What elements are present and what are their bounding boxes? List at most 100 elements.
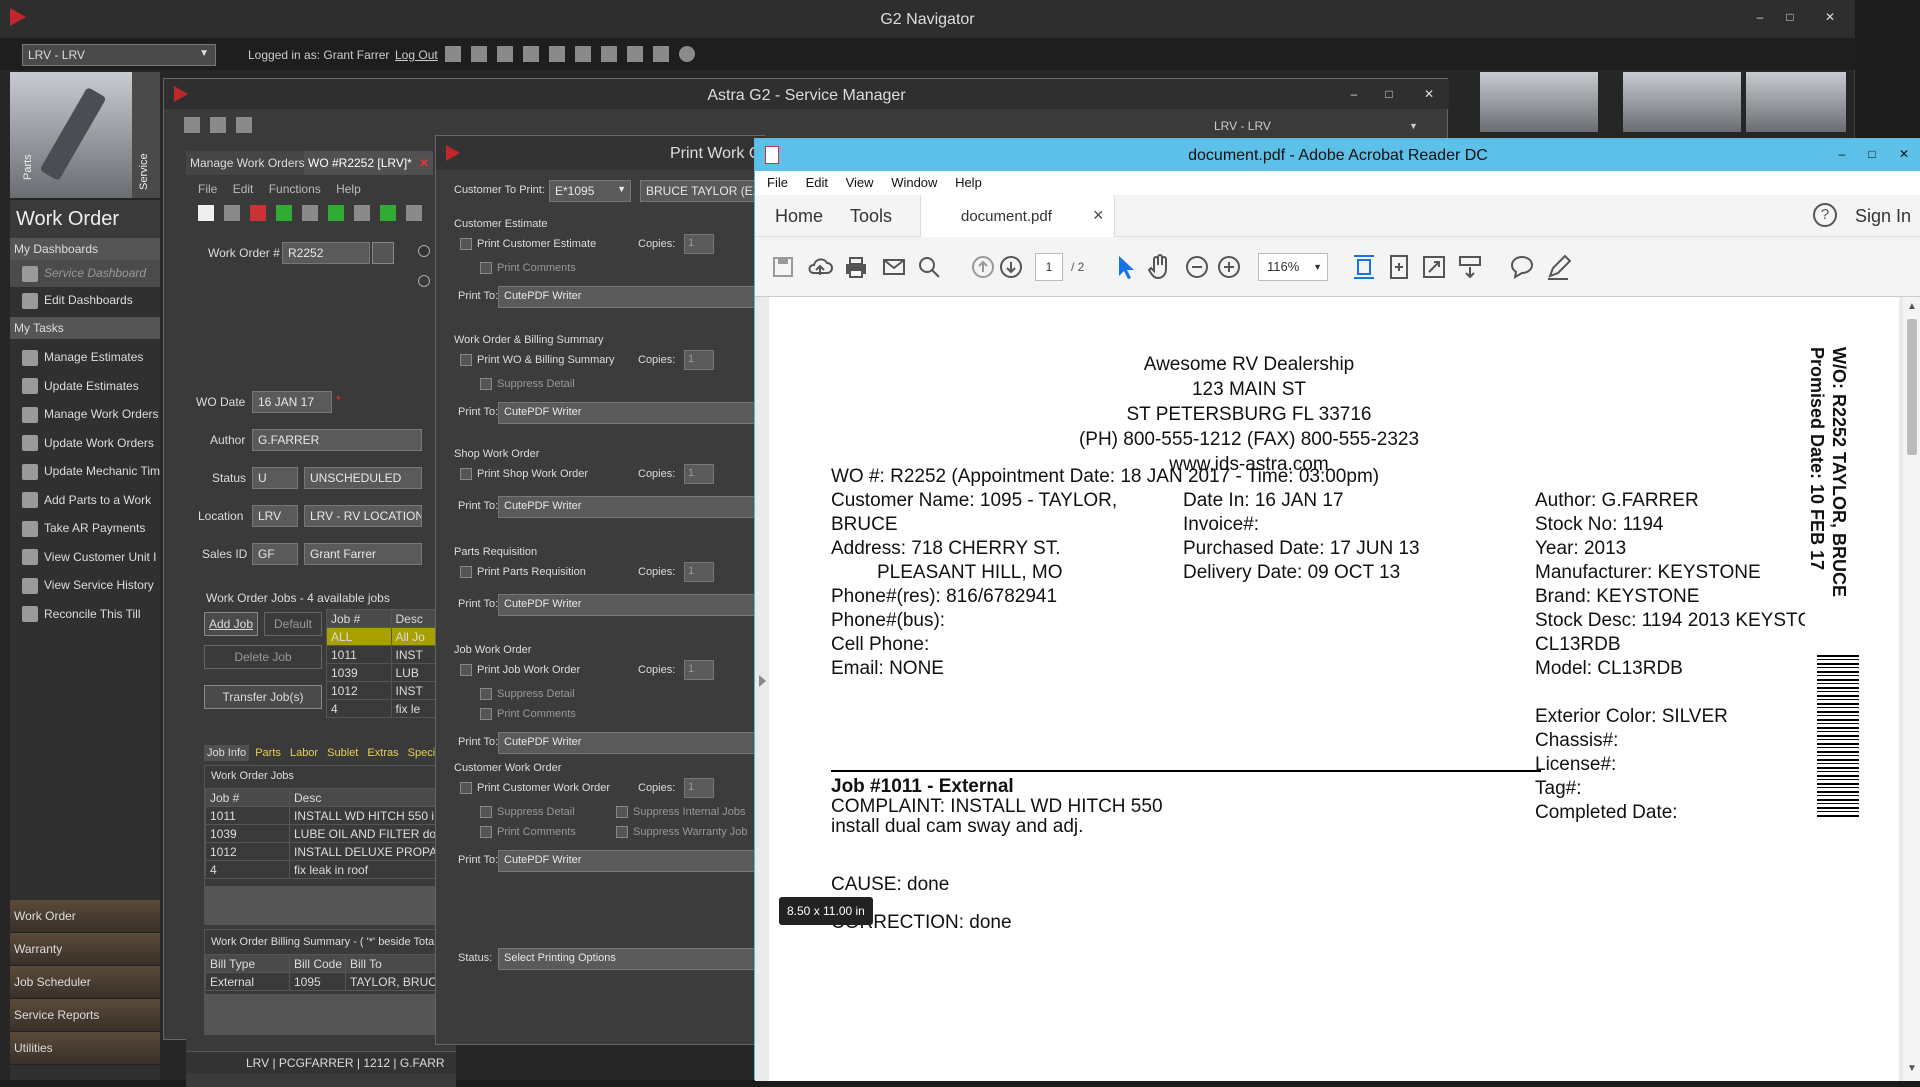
sidebar-nav-utilities[interactable]: Utilities: [10, 1032, 160, 1065]
vertical-scrollbar[interactable]: ▲ ▼: [1903, 297, 1920, 1081]
close-tab-icon[interactable]: ✕: [419, 156, 429, 170]
sales-value-field[interactable]: Grant Farrer: [304, 543, 422, 565]
module-tile-customer[interactable]: [1480, 72, 1598, 132]
comment-icon[interactable]: [1509, 253, 1535, 281]
tools-tab[interactable]: Tools: [850, 206, 892, 227]
copies-field[interactable]: 1: [684, 350, 714, 370]
calculator-icon[interactable]: [406, 205, 422, 221]
sub-option[interactable]: Suppress Detail: [480, 378, 575, 391]
checkbox[interactable]: [460, 354, 472, 367]
task-item[interactable]: Update Mechanic Tim: [10, 457, 160, 486]
menu-file[interactable]: File: [198, 182, 217, 196]
tab-job-info[interactable]: Job Info: [204, 745, 250, 761]
money-icon[interactable]: [380, 205, 396, 221]
copies-field[interactable]: 1: [684, 562, 714, 582]
printer-field[interactable]: CutePDF Writer: [498, 732, 766, 754]
checkbox[interactable]: [460, 566, 472, 579]
select-cursor-icon[interactable]: [1113, 253, 1137, 281]
print-option[interactable]: Print Customer Estimate: [460, 238, 596, 251]
checkbox[interactable]: [460, 468, 472, 481]
table-row[interactable]: 1039 LUBE OIL AND FILTER do: [205, 824, 457, 843]
home-tab[interactable]: Home: [775, 206, 823, 227]
add-job-button[interactable]: Add Job: [204, 612, 258, 636]
cancel-icon[interactable]: [302, 205, 318, 221]
scroll-down-icon[interactable]: ▼: [1907, 1063, 1917, 1074]
print-option[interactable]: Print Shop Work Order: [460, 468, 588, 481]
default-button[interactable]: Default: [264, 612, 322, 636]
full-screen-icon[interactable]: [1421, 253, 1447, 281]
grid-icon[interactable]: [236, 117, 252, 133]
page-up-icon[interactable]: [971, 255, 995, 279]
tools-icon[interactable]: [575, 46, 591, 62]
left-panel-toggle[interactable]: [759, 675, 766, 687]
save-icon[interactable]: [445, 46, 461, 62]
chart-icon[interactable]: [328, 205, 344, 221]
module-tile-finance[interactable]: [1623, 72, 1741, 132]
menu-help[interactable]: Help: [336, 182, 361, 196]
email-icon[interactable]: [881, 255, 907, 279]
chevron-down-icon[interactable]: ▼: [1409, 121, 1418, 131]
table-row[interactable]: External 1095 TAYLOR, BRUC: [205, 972, 457, 991]
page-down-icon[interactable]: [999, 255, 1023, 279]
minimize-button[interactable]: –: [1745, 4, 1775, 30]
task-item[interactable]: Update Estimates: [10, 372, 160, 401]
minimize-button[interactable]: –: [1339, 81, 1369, 107]
page-number-input[interactable]: 1: [1035, 253, 1063, 281]
print-option[interactable]: Print Job Work Order: [460, 664, 580, 677]
menu-file[interactable]: File: [767, 175, 788, 190]
minimize-button[interactable]: –: [1827, 141, 1857, 167]
zoom-in-icon[interactable]: [1217, 255, 1241, 279]
close-button[interactable]: ✕: [1414, 81, 1444, 107]
task-item[interactable]: Manage Work Orders: [10, 400, 160, 429]
wo-number-field[interactable]: R2252: [282, 242, 370, 264]
sidebar-nav-job-scheduler[interactable]: Job Scheduler: [10, 966, 160, 999]
tab-extras[interactable]: Extras: [364, 745, 401, 761]
status-value-field[interactable]: UNSCHEDULED: [304, 467, 422, 489]
checkbox[interactable]: [460, 238, 472, 251]
save-icon[interactable]: [224, 205, 240, 221]
copies-field[interactable]: 1: [684, 464, 714, 484]
tab-sublet[interactable]: Sublet: [324, 745, 361, 761]
help-icon[interactable]: [679, 46, 695, 62]
printer-field[interactable]: CutePDF Writer: [498, 496, 766, 518]
task-item[interactable]: Manage Estimates: [10, 343, 160, 372]
location-select[interactable]: LRV - LRV ▼: [22, 44, 216, 66]
maximize-button[interactable]: □: [1775, 4, 1805, 30]
sub-option[interactable]: Suppress Warranty Job: [616, 826, 748, 839]
print-option[interactable]: Print Customer Work Order: [460, 782, 610, 795]
zoom-out-icon[interactable]: [1185, 255, 1209, 279]
new-document-icon[interactable]: [198, 205, 214, 221]
grid-icon[interactable]: [471, 46, 487, 62]
calculator-icon[interactable]: [627, 46, 643, 62]
printer-field[interactable]: CutePDF Writer: [498, 594, 766, 616]
table-row[interactable]: 1012 INSTALL DELUXE PROPA: [205, 842, 457, 861]
search-icon[interactable]: [372, 242, 394, 264]
copies-field[interactable]: 1: [684, 234, 714, 254]
sub-option[interactable]: Suppress Detail: [480, 806, 575, 819]
customer-code-select[interactable]: E*1095 ▼: [549, 180, 631, 202]
tab-labor[interactable]: Labor: [287, 745, 321, 761]
close-tab-icon[interactable]: ×: [1093, 205, 1104, 226]
delete-job-button[interactable]: Delete Job: [204, 645, 322, 669]
checkbox[interactable]: [480, 708, 492, 721]
sales-code-field[interactable]: GF: [252, 543, 298, 565]
printer-field[interactable]: CutePDF Writer: [498, 402, 766, 424]
checkbox[interactable]: [480, 806, 492, 819]
help-icon[interactable]: ?: [1813, 203, 1837, 227]
status-code-field[interactable]: U: [252, 467, 298, 489]
checkbox[interactable]: [480, 378, 492, 391]
logout-link[interactable]: Log Out: [395, 48, 438, 62]
dashboard-item-edit[interactable]: Edit Dashboards: [10, 287, 160, 314]
rotate-page-icon[interactable]: [1387, 253, 1411, 281]
task-item[interactable]: View Customer Unit I: [10, 543, 160, 572]
zoom-select[interactable]: 116% ▼: [1258, 253, 1328, 281]
export-icon[interactable]: [523, 46, 539, 62]
refresh-icon[interactable]: [276, 205, 292, 221]
checkbox[interactable]: [460, 664, 472, 677]
maximize-button[interactable]: □: [1857, 141, 1887, 167]
document-icon[interactable]: [601, 46, 617, 62]
task-item[interactable]: Update Work Orders: [10, 429, 160, 458]
new-icon[interactable]: [184, 117, 200, 133]
dashboard-item-service[interactable]: Service Dashboard: [10, 260, 160, 287]
scroll-thumb[interactable]: [1907, 319, 1917, 455]
